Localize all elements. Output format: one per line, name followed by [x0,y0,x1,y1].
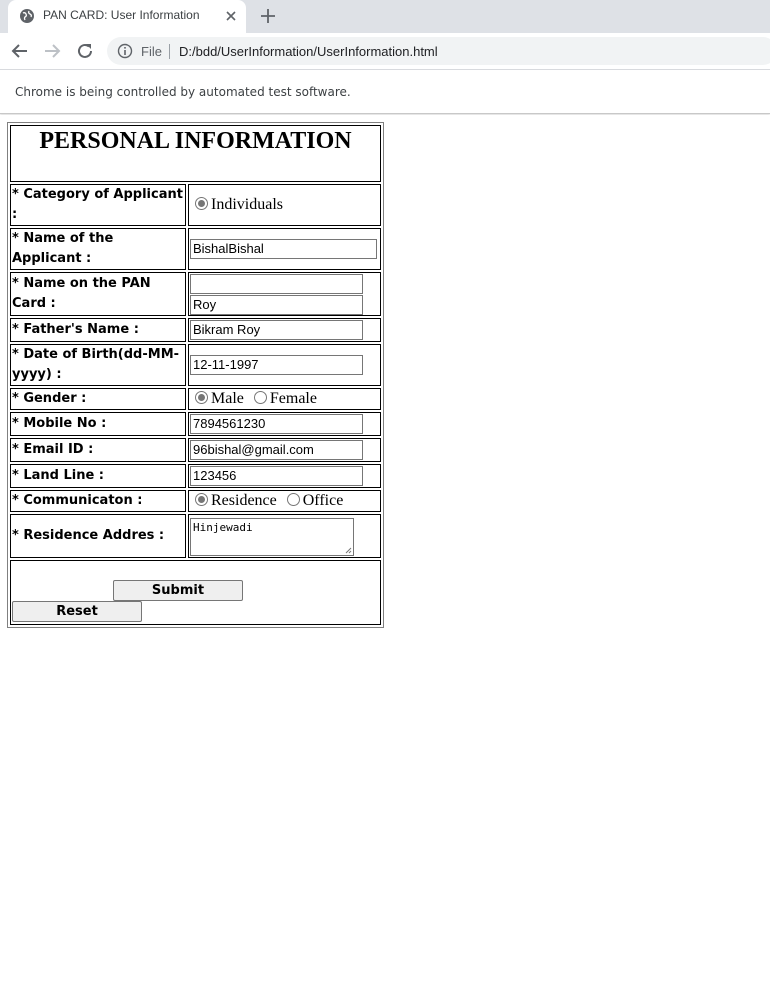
category-cell: Individuals [188,184,381,226]
gender-cell: Male Female [188,388,381,410]
plus-icon[interactable] [259,7,277,25]
father-name-cell: Bikram Roy [188,318,381,342]
dob-input[interactable]: 12-11-1997 [190,355,363,375]
gender-label: * Gender : [10,388,186,410]
category-individuals-label: Individuals [211,196,283,213]
landline-label: * Land Line : [10,464,186,488]
email-cell: 96bishal@gmail.com [188,438,381,462]
landline-input[interactable]: 123456 [190,466,363,486]
gender-female-label: Female [269,390,317,407]
mobile-label: * Mobile No : [10,412,186,436]
infobar-message: Chrome is being controlled by automated … [15,85,351,99]
address-label: * Residence Addres : [10,514,186,558]
applicant-name-label: * Name of the Applicant : [10,228,186,270]
gender-female-radio[interactable] [253,391,267,404]
url-scheme-label: File [141,44,162,59]
communication-office-radio[interactable] [286,493,300,506]
omnibox-separator [169,44,170,59]
personal-info-form: PERSONAL INFORMATION * Category of Appli… [7,122,384,628]
father-name-input[interactable]: Bikram Roy [190,320,363,340]
forward-arrow-icon[interactable] [43,42,61,60]
dob-label: * Date of Birth(dd-MM-yyyy) : [10,344,186,386]
form-title-cell: PERSONAL INFORMATION [10,125,381,182]
close-icon[interactable] [223,8,239,24]
pan-last-name-input[interactable]: Roy [190,294,363,315]
communication-residence-radio[interactable] [195,493,208,506]
category-label: * Category of Applicant : [10,184,186,226]
father-name-label: * Father's Name : [10,318,186,342]
address-textarea[interactable]: Hinjewadi [190,517,354,556]
pan-name-label: * Name on the PAN Card : [10,272,186,316]
browser-toolbar: File D:/bdd/UserInformation/UserInformat… [0,33,770,70]
pan-first-name-input[interactable] [190,273,363,294]
gender-male-radio[interactable] [195,391,208,404]
form-actions-cell: Submit Reset [10,560,381,625]
url-text[interactable]: D:/bdd/UserInformation/UserInformation.h… [179,44,438,59]
tab-strip: PAN CARD: User Information [0,0,770,33]
email-input[interactable]: 96bishal@gmail.com [190,440,363,460]
address-text: Hinjewadi [193,520,253,534]
address-cell: Hinjewadi [188,514,381,558]
communication-label: * Communicaton : [10,490,186,512]
page-content: PERSONAL INFORMATION * Category of Appli… [0,115,770,987]
dob-cell: 12-11-1997 [188,344,381,386]
mobile-input[interactable]: 7894561230 [190,414,363,434]
landline-cell: 123456 [188,464,381,488]
communication-cell: Residence Office [188,490,381,512]
submit-button[interactable]: Submit [113,580,243,601]
tab-title: PAN CARD: User Information [43,8,200,22]
info-icon[interactable] [117,43,133,59]
applicant-name-cell: BishalBishal [188,228,381,270]
pan-name-cell: Roy [188,272,381,316]
communication-office-label: Office [302,492,344,509]
form-title: PERSONAL INFORMATION [39,128,352,154]
category-individuals-radio[interactable] [195,197,208,210]
communication-residence-label: Residence [211,492,277,509]
reload-icon[interactable] [76,42,94,60]
back-arrow-icon[interactable] [11,42,29,60]
mobile-cell: 7894561230 [188,412,381,436]
browser-tab[interactable]: PAN CARD: User Information [8,0,246,33]
email-label: * Email ID : [10,438,186,462]
globe-icon [20,9,34,23]
applicant-name-input[interactable]: BishalBishal [190,239,377,259]
address-bar[interactable]: File D:/bdd/UserInformation/UserInformat… [107,37,770,65]
automation-infobar: Chrome is being controlled by automated … [0,70,770,114]
resize-grip-icon[interactable] [345,547,352,554]
reset-button[interactable]: Reset [12,601,142,622]
gender-male-label: Male [211,390,244,407]
